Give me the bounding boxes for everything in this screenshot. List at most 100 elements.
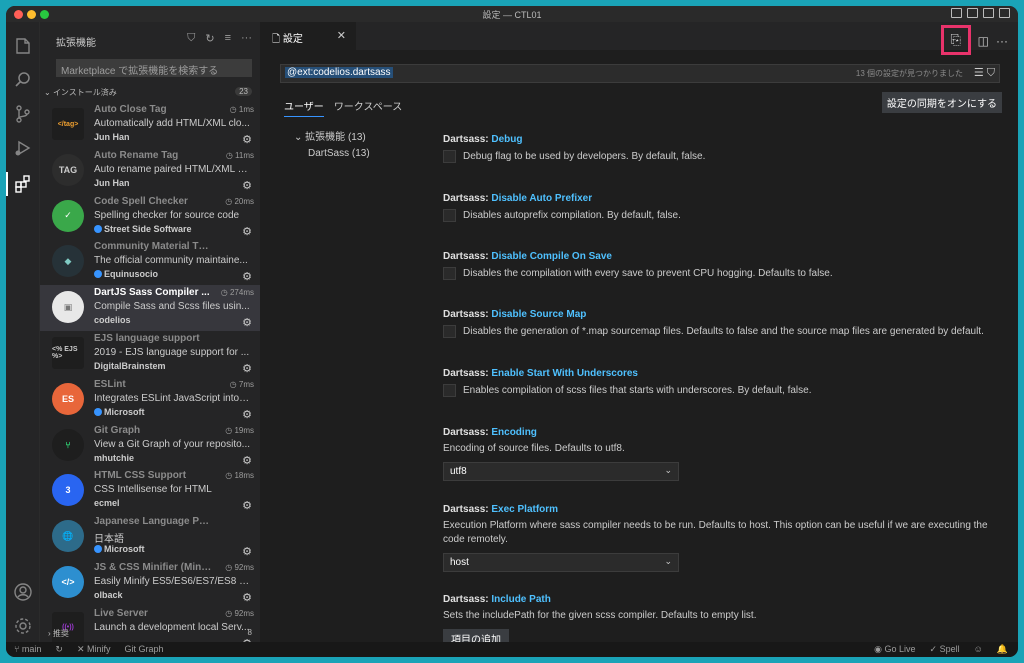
run-debug-icon[interactable]: [13, 138, 33, 158]
extension-name: EJS language support: [94, 332, 200, 344]
settings-search-input[interactable]: @ext:codelios.dartsass 13 個の設定が見つかりました ☰…: [280, 64, 1000, 83]
extension-gear-icon[interactable]: ⚙: [242, 454, 252, 467]
extension-gear-icon[interactable]: ⚙: [242, 270, 252, 283]
git-graph-status[interactable]: Git Graph: [125, 644, 164, 655]
explorer-icon[interactable]: [13, 36, 33, 56]
toc-item-dartsass[interactable]: DartSass (13): [294, 148, 370, 159]
select-value: host: [450, 557, 469, 568]
minify-status[interactable]: ✕ Minify: [77, 644, 111, 655]
extension-gear-icon[interactable]: ⚙: [242, 133, 252, 146]
feedback-icon[interactable]: ☺: [974, 644, 983, 655]
branch-status[interactable]: ⑂ main: [14, 644, 41, 655]
setting-prefix: Dartsass:: [443, 368, 492, 379]
sidebar-toolbar: ⛉ ↻ ≡ ···: [187, 32, 252, 45]
extension-item[interactable]: TAG Auto Rename Tag ◷ 11ms Auto rename pair…: [40, 148, 260, 194]
setting-checkbox[interactable]: [443, 209, 456, 222]
extension-item[interactable]: ▣ DartJS Sass Compiler ... ◷ 274ms Compile …: [40, 285, 260, 331]
source-control-icon[interactable]: [13, 104, 33, 124]
setting-checkbox[interactable]: [443, 267, 456, 280]
close-tab-icon[interactable]: ✕: [337, 29, 346, 42]
toggle-secondary-sidebar-icon[interactable]: [983, 8, 994, 18]
setting-prefix: Dartsass:: [443, 504, 492, 515]
notifications-icon[interactable]: 🔔: [997, 644, 1008, 655]
recommended-section-header[interactable]: › 推奨 8: [40, 628, 260, 642]
chevron-down-icon: ⌄: [44, 88, 53, 97]
more-editor-actions-icon[interactable]: ···: [996, 34, 1008, 48]
extension-search-input[interactable]: Marketplace で拡張機能を検索する: [56, 59, 252, 77]
extension-item[interactable]: </> JS & CSS Minifier (Minify) ◷ 92ms Easil…: [40, 560, 260, 606]
extension-icon: ◆: [52, 245, 84, 278]
activation-time-value: 11ms: [235, 150, 254, 160]
extension-gear-icon[interactable]: ⚙: [242, 225, 252, 238]
activation-time: ◷ 1ms: [230, 105, 254, 114]
tab-settings[interactable]: 🗋 設定 ✕: [260, 22, 356, 50]
extension-gear-icon[interactable]: ⚙: [242, 545, 252, 558]
setting-key: Encoding: [491, 427, 537, 438]
settings-sync-button[interactable]: 設定の同期をオンにする: [881, 92, 1002, 113]
setting-select[interactable]: utf8 ⌄: [443, 462, 679, 481]
extension-name: Git Graph: [94, 424, 141, 436]
extension-gear-icon[interactable]: ⚙: [242, 408, 252, 421]
go-live-status[interactable]: ◉ Go Live: [874, 644, 915, 655]
setting-title: Dartsass: Disable Auto Prefixer: [443, 193, 1003, 204]
search-icon[interactable]: [13, 70, 33, 90]
setting-select[interactable]: host ⌄: [443, 553, 679, 572]
filter-settings-icon[interactable]: ☰ ⛉: [974, 66, 995, 80]
extension-description: Compile Sass and Scss files usin...: [94, 301, 250, 313]
manage-gear-icon[interactable]: [13, 616, 33, 636]
setting-description: Sets the includePath for the given scss …: [443, 610, 757, 621]
spell-status[interactable]: ✓ Spell: [930, 644, 960, 655]
publisher-name: DigitalBrainstem: [94, 360, 166, 371]
setting-key: Enable Start With Underscores: [491, 368, 638, 379]
extension-item[interactable]: 3 HTML CSS Support ◷ 18ms CSS Intellisense …: [40, 468, 260, 514]
extension-gear-icon[interactable]: ⚙: [242, 316, 252, 329]
extension-item[interactable]: </tag> Auto Close Tag ◷ 1ms Automatically a…: [40, 102, 260, 148]
sync-icon[interactable]: ↻: [55, 644, 63, 655]
extension-gear-icon[interactable]: ⚙: [242, 179, 252, 192]
clear-icon[interactable]: ≡: [225, 32, 231, 45]
filter-icon[interactable]: ⛉: [187, 32, 195, 45]
toggle-primary-sidebar-icon[interactable]: [951, 8, 962, 18]
publisher-name: olback: [94, 589, 123, 600]
setting-checkbox[interactable]: [443, 384, 456, 397]
toggle-panel-icon[interactable]: [967, 8, 978, 18]
extension-description: Automatically add HTML/XML clo...: [94, 118, 250, 129]
extension-item[interactable]: 🌐 Japanese Language Pack for Vi... 日本語Micr…: [40, 514, 260, 560]
account-icon[interactable]: [13, 582, 33, 602]
refresh-icon[interactable]: ↻: [205, 32, 214, 45]
setting-checkbox[interactable]: [443, 325, 456, 338]
extension-publisher: olback: [94, 590, 224, 600]
installed-section-header[interactable]: ⌄ インストール済み 23: [40, 87, 260, 101]
customize-layout-icon[interactable]: [999, 8, 1010, 18]
activation-time: ◷ 92ms: [225, 563, 254, 572]
extension-description: 日本語: [94, 534, 124, 546]
check-icon: ✓: [929, 644, 940, 654]
result-count: 13 個の設定が見つかりました: [855, 69, 963, 78]
publisher-name: Jun Han: [94, 132, 130, 142]
recommended-count-badge: 8: [247, 628, 252, 637]
split-editor-icon[interactable]: ◫: [978, 34, 989, 48]
settings-editor: 🗋 設定 ✕ ⎘ ◫ ··· @ext:codelios.dartsass 13…: [260, 22, 1018, 648]
setting-checkbox[interactable]: [443, 150, 456, 163]
tab-workspace[interactable]: ワークスペース: [334, 98, 403, 117]
toc-group-extensions[interactable]: ⌄ 拡張機能 (13): [294, 128, 370, 143]
recommended-label: 推奨: [52, 629, 69, 638]
extension-item[interactable]: ◆ Community Material Theme The official co…: [40, 239, 260, 285]
open-settings-json-icon[interactable]: ⎘: [940, 25, 971, 55]
extensions-icon[interactable]: [13, 174, 33, 194]
setting-item: Dartsass: Exec Platform Execution Platfor…: [443, 504, 1003, 572]
tab-user[interactable]: ユーザー: [284, 98, 324, 117]
extension-item[interactable]: ✓ Code Spell Checker ◷ 20ms Spelling checke…: [40, 194, 260, 240]
extension-gear-icon[interactable]: ⚙: [242, 499, 252, 512]
setting-title: Dartsass: Include Path: [443, 594, 1003, 605]
extension-item[interactable]: <% EJS %> EJS language support 2019 - EJS …: [40, 331, 260, 377]
extension-gear-icon[interactable]: ⚙: [242, 591, 252, 604]
extension-item[interactable]: ⑂ Git Graph ◷ 19ms View a Git Graph of your…: [40, 423, 260, 469]
setting-item: Dartsass: Enable Start With Underscores E…: [443, 368, 1003, 398]
extension-name: DartJS Sass Compiler ...: [94, 287, 210, 299]
more-actions-icon[interactable]: ···: [241, 32, 252, 45]
extension-gear-icon[interactable]: ⚙: [242, 362, 252, 375]
go-live-label: Go Live: [884, 644, 916, 654]
extension-item[interactable]: ES ESLint ◷ 7ms Integrates ESLint JavaScrip…: [40, 377, 260, 423]
setting-key: Disable Source Map: [491, 309, 587, 320]
